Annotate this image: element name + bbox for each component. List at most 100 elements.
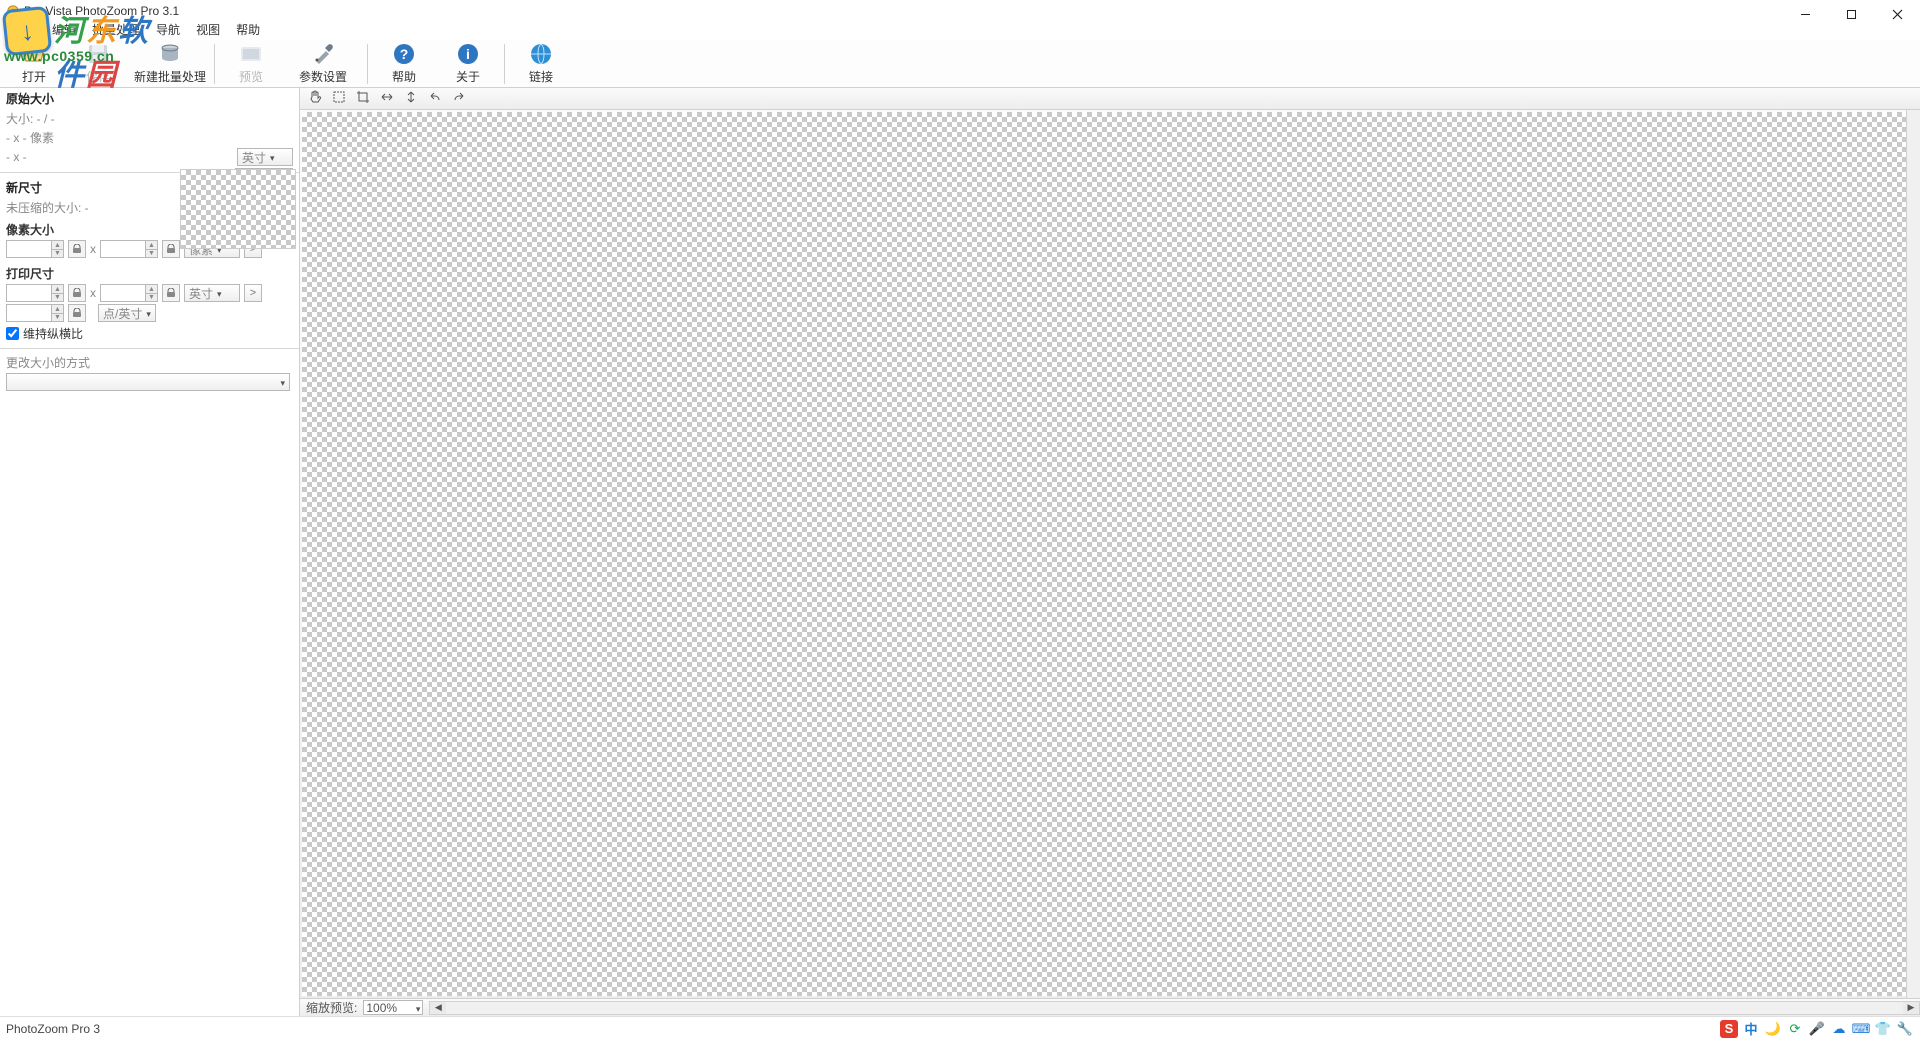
batch-new-button[interactable]: 新建批量处理 [130,41,210,87]
original-size-value: 大小: - / - [0,109,299,128]
pixel-height-input[interactable]: ▲▼ [100,240,158,258]
keep-ratio-label: 维持纵横比 [23,325,83,342]
mic-icon[interactable]: 🎤 [1808,1020,1826,1038]
canvas-toolbar [300,88,1920,110]
lock-icon[interactable] [68,304,86,322]
canvas-checker [302,112,1906,996]
canvas-status-strip: 缩放预览: 100% ◀ ▶ [300,998,1920,1016]
menu-view[interactable]: 视图 [188,19,228,40]
scroll-right-button[interactable]: ▶ [1903,1002,1919,1014]
toolbar-separator [214,44,215,84]
save-icon [86,42,110,66]
save-label: 保存 [86,68,110,85]
settings-button[interactable]: 参数设置 [283,41,363,87]
link-label: 链接 [529,68,553,85]
redo-button[interactable] [448,89,470,109]
lock-icon[interactable] [68,240,86,258]
batch-new-label: 新建批量处理 [134,68,206,85]
tool-icon[interactable]: 🔧 [1896,1020,1914,1038]
print-height-input[interactable]: ▲▼ [100,284,158,302]
original-pixel-value: - x - 像素 [0,128,299,147]
globe-icon [529,42,553,66]
app-icon [6,4,20,18]
close-button[interactable] [1874,0,1920,28]
print-width-input[interactable]: ▲▼ [6,284,64,302]
lock-icon[interactable] [162,284,180,302]
flip-h-icon [380,90,394,107]
hand-tool-button[interactable] [304,89,326,109]
resolution-input[interactable]: ▲▼ [6,304,64,322]
divider [0,348,299,349]
undo-icon [428,90,442,107]
open-label: 打开 [22,68,46,85]
zoom-select[interactable]: 100% [363,1000,423,1015]
resize-method-heading: 更改大小的方式 [0,353,299,372]
pixel-width-input[interactable]: ▲▼ [6,240,64,258]
batch-new-icon [158,42,182,66]
menu-edit[interactable]: 编辑 [44,19,84,40]
about-button[interactable]: i 关于 [436,41,500,87]
cloud-icon[interactable]: ☁ [1830,1020,1848,1038]
vertical-scrollbar[interactable] [1906,110,1920,998]
flip-v-button[interactable] [400,89,422,109]
menu-file[interactable]: 文件 [4,19,44,40]
menu-help[interactable]: 帮助 [228,19,268,40]
canvas-area[interactable] [300,110,1920,998]
taskbar-app-label[interactable]: PhotoZoom Pro 3 [6,1022,100,1036]
open-button[interactable]: 打开 [2,41,66,87]
scroll-left-button[interactable]: ◀ [430,1002,446,1014]
flip-h-button[interactable] [376,89,398,109]
save-button[interactable]: 保存 [66,41,130,87]
keep-ratio-checkbox[interactable]: 维持纵横比 [0,323,299,344]
original-thumbnail [180,169,296,249]
multiply-label: x [90,242,96,256]
maximize-button[interactable] [1828,0,1874,28]
ime-zh-icon[interactable]: 中 [1742,1020,1760,1038]
print-unit-select[interactable]: 英寸 [184,284,240,302]
help-button[interactable]: ? 帮助 [372,41,436,87]
flip-v-icon [404,90,418,107]
crop-tool-button[interactable] [352,89,374,109]
lock-icon[interactable] [68,284,86,302]
resolution-unit-select[interactable]: 点/英寸 [98,304,156,322]
info-icon: i [456,42,480,66]
keyboard-icon[interactable]: ⌨ [1852,1020,1870,1038]
window-title: BenVista PhotoZoom Pro 3.1 [24,4,1914,18]
undo-button[interactable] [424,89,446,109]
moon-icon[interactable]: 🌙 [1764,1020,1782,1038]
crop-icon [356,90,370,107]
toolbar-separator [504,44,505,84]
print-size-heading: 打印尺寸 [0,259,299,283]
settings-icon [311,42,335,66]
zoom-label: 缩放预览: [300,999,363,1016]
print-go-button[interactable]: > [244,284,262,302]
folder-open-icon [22,42,46,66]
content-area: 原始大小 大小: - / - - x - 像素 - x - 英寸 点/英寸 新尺… [0,88,1920,1016]
menu-batch[interactable]: 批量处理 [84,19,148,40]
svg-text:?: ? [400,46,409,62]
marquee-tool-button[interactable] [328,89,350,109]
taskbar: PhotoZoom Pro 3 S 中 🌙 ⟳ 🎤 ☁ ⌨ 👕 🔧 [0,1016,1920,1040]
sogou-icon[interactable]: S [1720,1020,1738,1038]
skin-icon[interactable]: 👕 [1874,1020,1892,1038]
about-label: 关于 [456,68,480,85]
title-bar: BenVista PhotoZoom Pro 3.1 [0,0,1920,18]
original-unit1-select[interactable]: 英寸 [237,148,293,166]
settings-label: 参数设置 [299,68,347,85]
window-controls [1782,0,1920,28]
resize-method-select[interactable] [6,373,290,391]
preview-label: 预览 [239,68,263,85]
sync-icon[interactable]: ⟳ [1786,1020,1804,1038]
original-size-heading: 原始大小 [0,88,299,109]
redo-icon [452,90,466,107]
help-label: 帮助 [392,68,416,85]
menu-nav[interactable]: 导航 [148,19,188,40]
system-tray: S 中 🌙 ⟳ 🎤 ☁ ⌨ 👕 🔧 [1720,1020,1914,1038]
horizontal-scrollbar[interactable]: ◀ ▶ [429,1001,1920,1015]
minimize-button[interactable] [1782,0,1828,28]
sidebar: 原始大小 大小: - / - - x - 像素 - x - 英寸 点/英寸 新尺… [0,88,300,1016]
marquee-icon [332,90,346,107]
lock-icon[interactable] [162,240,180,258]
preview-button[interactable]: 预览 [219,41,283,87]
link-button[interactable]: 链接 [509,41,573,87]
